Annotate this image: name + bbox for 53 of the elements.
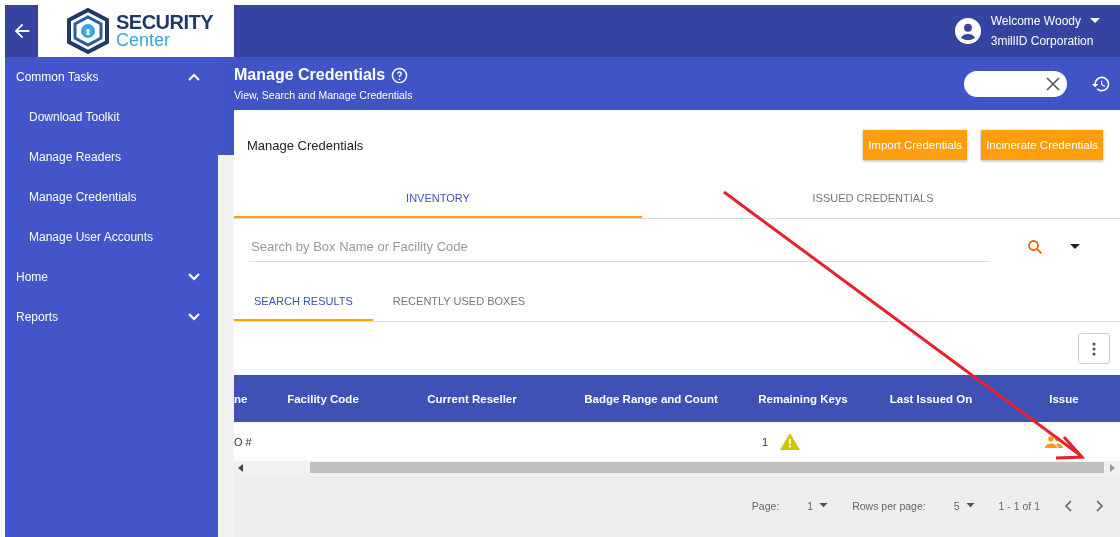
- chevron-down-icon: [188, 313, 200, 321]
- dropdown-caret-icon[interactable]: [1070, 244, 1080, 250]
- range-text: 1 - 1 of 1: [998, 499, 1040, 512]
- tab[interactable]: ISSUED CREDENTIALS: [642, 180, 1104, 218]
- sidebar-item[interactable]: Manage Credentials: [5, 177, 218, 217]
- tab[interactable]: RECENTLY USED BOXES: [372, 283, 546, 321]
- welcome-text: Welcome Woody: [990, 14, 1081, 28]
- sidebar-section[interactable]: Common Tasks: [5, 57, 218, 97]
- rows-select[interactable]: 5: [953, 499, 975, 512]
- logo-subtitle: Center: [116, 31, 172, 50]
- sidebar-item[interactable]: Manage Readers: [5, 137, 218, 177]
- column-header[interactable]: Current Reseller: [394, 392, 550, 405]
- page-select[interactable]: 1: [807, 499, 829, 512]
- horizontal-scrollbar[interactable]: [234, 461, 1120, 474]
- close-icon[interactable]: [1046, 76, 1060, 91]
- column-header[interactable]: Badge Range and Count: [550, 392, 752, 405]
- logo-title: SECURITY: [116, 12, 214, 32]
- account-icon: [954, 18, 981, 44]
- next-page-icon[interactable]: [1096, 499, 1104, 512]
- previous-page-icon[interactable]: [1064, 499, 1072, 512]
- logo-hexagon-icon: [66, 8, 110, 54]
- column-header[interactable]: Remaining Keys: [752, 392, 854, 405]
- column-header[interactable]: Last Issued On: [854, 392, 1008, 405]
- more-icon: [1092, 341, 1096, 356]
- search-icon[interactable]: [1026, 238, 1044, 256]
- scroll-left-icon[interactable]: [238, 463, 244, 472]
- people-icon[interactable]: [1045, 435, 1063, 448]
- table-cell: O #: [234, 435, 252, 448]
- sidebar-section[interactable]: Home: [5, 257, 218, 297]
- chevron-up-icon: [188, 73, 200, 81]
- rows-per-page-label: Rows per page:: [852, 499, 926, 512]
- column-header[interactable]: Facility Code: [252, 392, 394, 405]
- sidebar-item[interactable]: Manage User Accounts: [5, 217, 218, 257]
- back-button[interactable]: [5, 5, 38, 57]
- column-header[interactable]: ne: [234, 392, 252, 405]
- page-title: Manage Credentials: [234, 66, 386, 84]
- tab[interactable]: INVENTORY: [234, 180, 642, 218]
- caret-icon: [819, 503, 829, 508]
- card-title: Manage Credentials: [247, 137, 364, 153]
- page-label: Page:: [751, 499, 780, 512]
- page-subtitle: View, Search and Manage Credentials: [234, 89, 414, 101]
- caret-icon: [1090, 18, 1100, 24]
- sidebar-item[interactable]: Download Toolkit: [5, 97, 218, 137]
- quick-search-field[interactable]: [964, 70, 1067, 97]
- sidebar-section[interactable]: Reports: [5, 297, 218, 337]
- tab[interactable]: SEARCH RESULTS: [234, 283, 373, 321]
- column-header[interactable]: Issue: [1008, 392, 1120, 405]
- company-name: 3millID Corporation: [990, 34, 1095, 48]
- table-cell: 1: [762, 435, 769, 448]
- chevron-down-icon: [188, 273, 200, 281]
- help-icon[interactable]: [391, 66, 409, 84]
- caret-icon: [965, 503, 975, 508]
- user-menu[interactable]: Welcome Woody 3millID Corporation: [954, 14, 1100, 48]
